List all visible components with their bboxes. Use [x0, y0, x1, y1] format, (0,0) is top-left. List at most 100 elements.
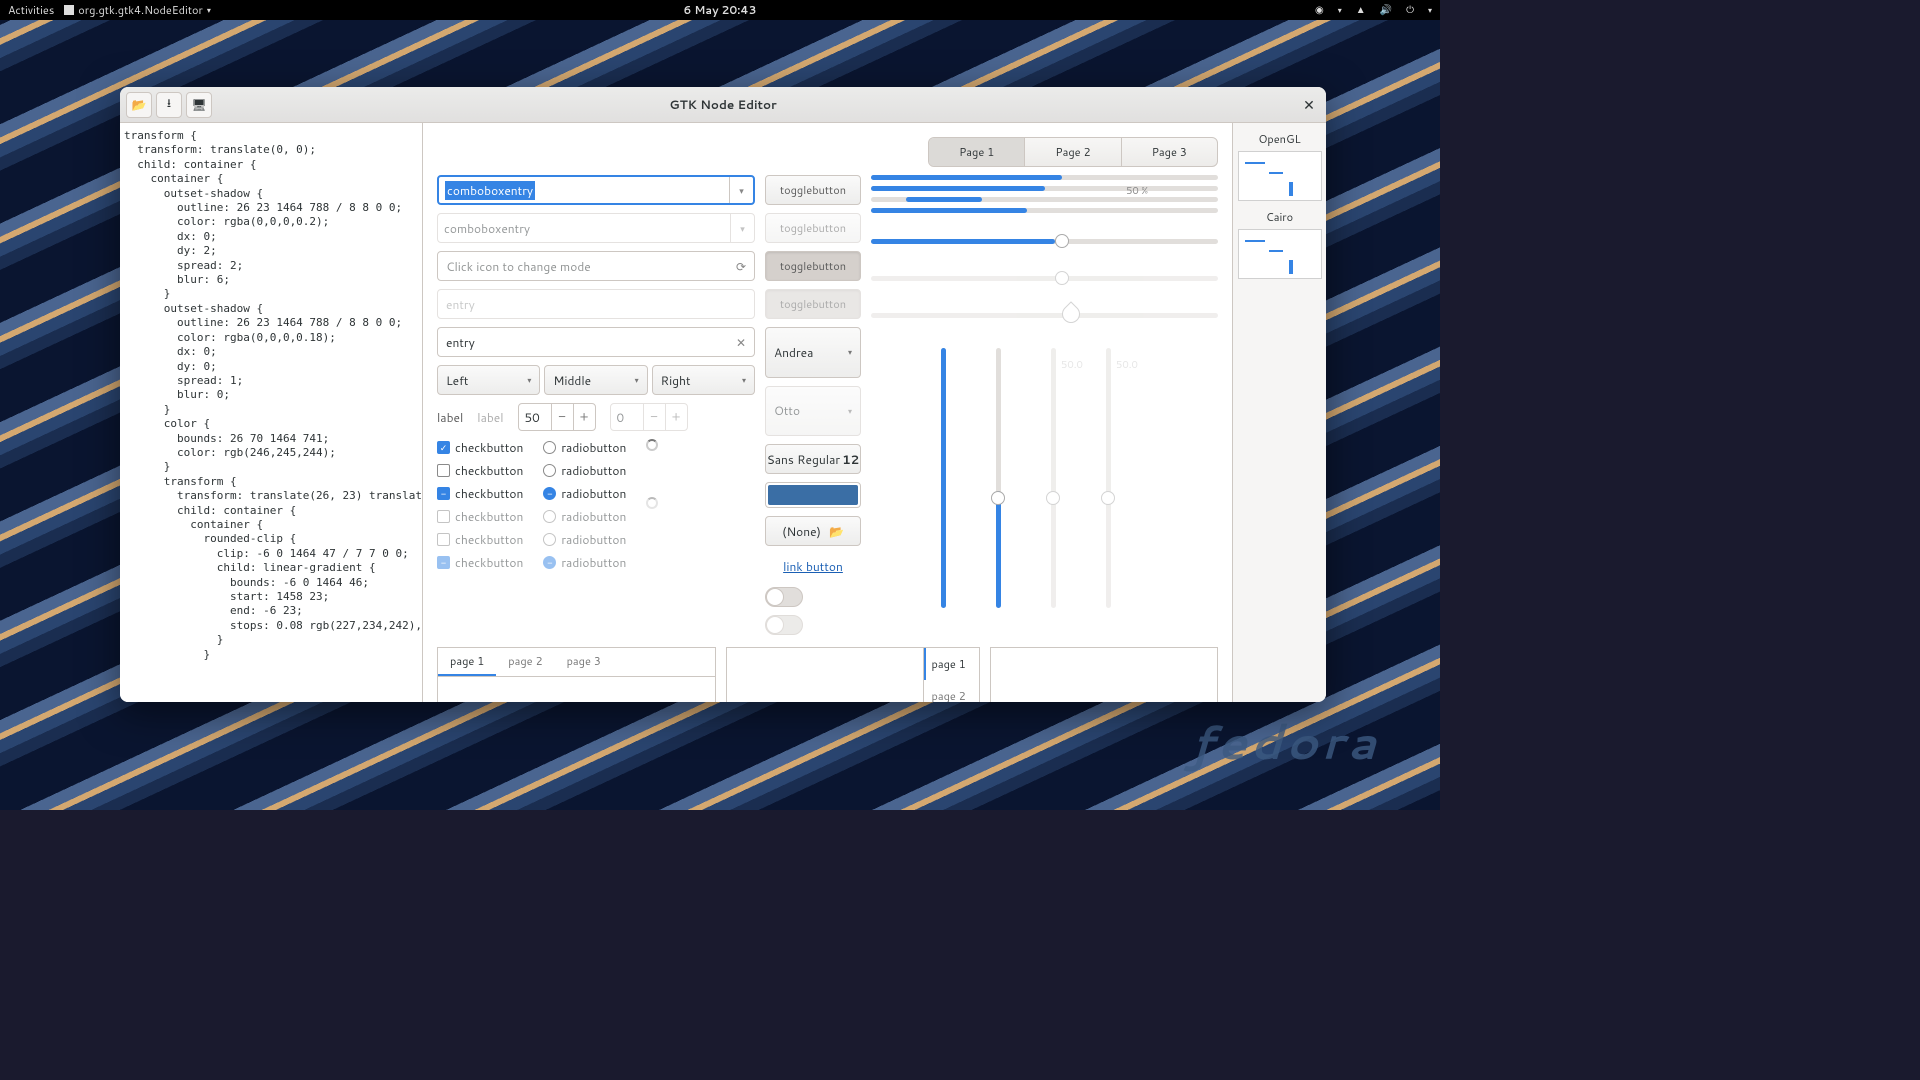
nb-tab-page2[interactable]: page 2	[496, 648, 554, 676]
renderer-opengl-thumb[interactable]	[1238, 151, 1322, 201]
spin-label-1: label	[437, 409, 463, 426]
folder-open-icon: 📂	[829, 523, 844, 540]
minus-button[interactable]: −	[551, 404, 573, 430]
export-button[interactable]: 🖥	[186, 92, 212, 118]
nb-tab-r-page1[interactable]: page 1	[924, 648, 979, 680]
radiobutton-disabled-1: radiobutton	[543, 508, 626, 525]
file-chooser-button[interactable]: (None)📂	[765, 516, 861, 546]
chevron-down-icon: ▾	[848, 405, 852, 417]
progressbar-3	[871, 197, 1218, 202]
checkbutton-checked[interactable]: ✓checkbutton	[437, 439, 523, 456]
dropdown-middle[interactable]: Middle▾	[544, 365, 647, 395]
stack-tab-page3[interactable]: Page 3	[1122, 138, 1217, 166]
close-button[interactable]: ✕	[1298, 94, 1320, 116]
dropdown-right[interactable]: Right▾	[652, 365, 755, 395]
spin-label-2: label	[477, 409, 503, 426]
monitor-icon: 🖥	[191, 96, 206, 113]
switch-2-disabled	[765, 615, 803, 635]
notebook-top-tabs: page 1 page 2 page 3	[437, 647, 716, 702]
entry-filled[interactable]: entry ✕	[437, 327, 755, 357]
notebook-right-tabs: page 1 page 2	[726, 647, 980, 702]
renderer-cairo-label: Cairo	[1237, 209, 1322, 225]
notebook-3	[990, 647, 1219, 702]
color-button[interactable]	[765, 482, 861, 508]
checkbutton-mixed[interactable]: −checkbutton	[437, 485, 523, 502]
radiobutton-mixed[interactable]: −radiobutton	[543, 485, 626, 502]
switch-1[interactable]	[765, 587, 803, 607]
renderer-cairo-thumb[interactable]	[1238, 229, 1322, 279]
font-button[interactable]: Sans Regular12	[765, 444, 861, 474]
save-button[interactable]: ⭳	[156, 92, 182, 118]
entry-disabled: entry	[437, 289, 755, 319]
preview-pane: Page 1 Page 2 Page 3 comboboxentry ▾ com…	[423, 123, 1232, 702]
nb-tab-r-page2[interactable]: page 2	[924, 680, 979, 702]
clear-icon[interactable]: ✕	[736, 334, 746, 351]
vscale-3-disabled: 50.0	[1051, 348, 1056, 608]
togglebutton-1[interactable]: togglebutton	[765, 175, 861, 205]
accessibility-icon[interactable]: ◉	[1315, 3, 1324, 17]
radiobutton-2[interactable]: radiobutton	[543, 462, 626, 479]
volume-icon[interactable]: 🔊	[1380, 3, 1392, 17]
spinbutton-1[interactable]: 50 − +	[518, 403, 596, 431]
radiobutton-disabled-3: −radiobutton	[543, 554, 626, 571]
plus-button: +	[665, 404, 687, 430]
comboboxentry-1[interactable]: comboboxentry ▾	[437, 175, 755, 205]
fedora-logo: fedora	[1191, 707, 1380, 775]
chevron-down-icon: ▾	[848, 346, 852, 358]
comboboxentry-2-disabled: comboboxentry ▾	[437, 213, 755, 243]
vscale-4[interactable]: 50.0	[1106, 348, 1111, 608]
chevron-down-icon: ▾	[635, 374, 639, 386]
node-editor-window: 📂 ⭳ 🖥 GTK Node Editor ✕ transform { tran…	[120, 87, 1326, 702]
nb-tab-page3[interactable]: page 3	[555, 648, 613, 676]
open-button[interactable]: 📂	[126, 92, 152, 118]
stack-switcher: Page 1 Page 2 Page 3	[928, 137, 1218, 167]
vscale-2[interactable]	[996, 348, 1001, 608]
combo-andrea[interactable]: Andrea▾	[765, 327, 861, 378]
spinner-icon	[646, 497, 658, 509]
renderer-opengl-label: OpenGL	[1237, 131, 1322, 147]
checkbutton-disabled-1: checkbutton	[437, 508, 523, 525]
chevron-down-icon: ▾	[730, 214, 754, 242]
plus-button[interactable]: +	[573, 404, 595, 430]
togglebutton-2-disabled: togglebutton	[765, 213, 861, 243]
renderer-sidebar: OpenGL Cairo	[1232, 123, 1326, 702]
icon-mode-entry[interactable]: Click icon to change mode ⟳	[437, 251, 755, 281]
minus-button: −	[643, 404, 665, 430]
chevron-down-icon: ▾	[527, 374, 531, 386]
checkbutton-disabled-2: checkbutton	[437, 531, 523, 548]
scale-3[interactable]	[871, 313, 1218, 318]
code-editor[interactable]: transform { transform: translate(0, 0); …	[120, 123, 423, 702]
spinner-icon	[646, 439, 658, 451]
checkbutton-disabled-3: −checkbutton	[437, 554, 523, 571]
app-icon	[64, 5, 74, 15]
radiobutton-disabled-2: radiobutton	[543, 531, 626, 548]
link-button[interactable]: link button	[765, 554, 861, 579]
radiobutton-1[interactable]: radiobutton	[543, 439, 626, 456]
stack-tab-page1[interactable]: Page 1	[929, 138, 1025, 166]
scale-1[interactable]	[871, 239, 1218, 244]
close-icon: ✕	[1303, 95, 1315, 115]
vscale-1[interactable]	[941, 348, 946, 608]
refresh-icon[interactable]: ⟳	[736, 258, 746, 275]
power-icon[interactable]: ⏻	[1406, 3, 1414, 17]
togglebutton-3-active[interactable]: togglebutton	[765, 251, 861, 281]
window-title: GTK Node Editor	[669, 96, 776, 113]
chevron-down-icon: ▾	[742, 374, 746, 386]
nb-tab-page1[interactable]: page 1	[438, 648, 496, 676]
dropdown-left[interactable]: Left▾	[437, 365, 540, 395]
activities-button[interactable]: Activities	[8, 2, 54, 18]
chevron-down-icon[interactable]: ▾	[729, 177, 753, 203]
network-icon[interactable]: ▲	[1356, 3, 1366, 17]
gnome-topbar: Activities org.gtk.gtk4.NodeEditor ▾ 6 M…	[0, 0, 1440, 20]
app-menu[interactable]: org.gtk.gtk4.NodeEditor ▾	[64, 2, 211, 18]
stack-tab-page2[interactable]: Page 2	[1025, 138, 1121, 166]
checkbutton-unchecked[interactable]: checkbutton	[437, 462, 523, 479]
folder-open-icon: 📂	[132, 96, 147, 113]
download-icon: ⭳	[167, 94, 171, 115]
clock[interactable]: 6 May 20:43	[683, 2, 756, 18]
levelbar	[871, 208, 1218, 213]
combo-otto-disabled: Otto▾	[765, 386, 861, 437]
progressbar-2: 50 %	[871, 186, 1218, 191]
titlebar[interactable]: 📂 ⭳ 🖥 GTK Node Editor ✕	[120, 87, 1326, 123]
spinbutton-2-disabled: 0 − +	[610, 403, 688, 431]
